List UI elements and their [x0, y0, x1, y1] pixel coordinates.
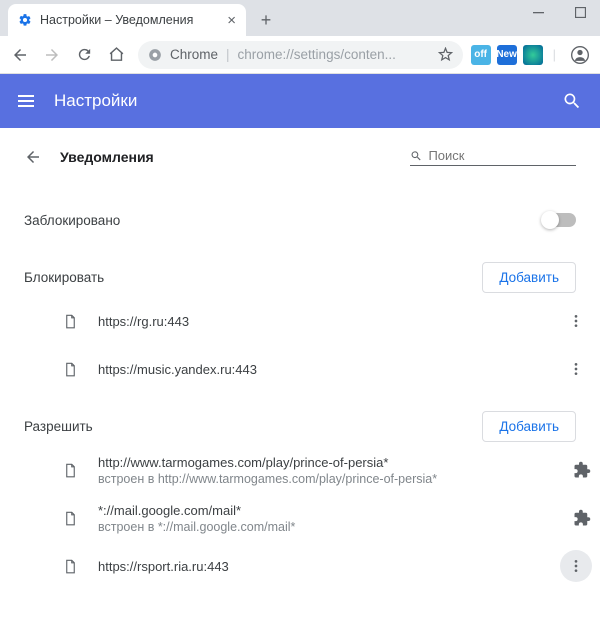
extension-icon — [572, 461, 592, 479]
block-section-title: Блокировать — [24, 270, 104, 285]
allow-section-header: Разрешить Добавить — [0, 393, 600, 446]
search-input[interactable] — [428, 148, 576, 163]
block-section-header: Блокировать Добавить — [0, 244, 600, 297]
site-info: https://rsport.ria.ru:443 — [98, 559, 542, 574]
new-tab-button[interactable]: + — [252, 6, 280, 34]
back-button[interactable] — [6, 41, 34, 69]
chrome-icon — [148, 48, 162, 62]
extension-icon[interactable]: New — [497, 45, 517, 65]
menu-icon[interactable] — [18, 95, 34, 107]
page-search[interactable] — [410, 148, 576, 166]
document-icon — [60, 559, 80, 574]
page-content: Уведомления Заблокировано Блокировать До… — [0, 128, 600, 600]
home-button[interactable] — [102, 41, 130, 69]
site-row: https://music.yandex.ru:443 — [24, 345, 592, 393]
site-url: https://music.yandex.ru:443 — [98, 362, 542, 377]
site-info: https://music.yandex.ru:443 — [98, 362, 542, 377]
address-bar[interactable]: Chrome | chrome://settings/conten... — [138, 41, 463, 69]
close-icon[interactable]: × — [227, 13, 236, 28]
site-url: *://mail.google.com/mail* — [98, 503, 554, 518]
allow-section-title: Разрешить — [24, 419, 93, 434]
forward-button[interactable] — [38, 41, 66, 69]
maximize-button[interactable] — [566, 2, 594, 22]
document-icon — [60, 314, 80, 329]
site-row: https://rg.ru:443 — [24, 297, 592, 345]
settings-header: Настройки — [0, 74, 600, 128]
site-row: https://rsport.ria.ru:443 — [24, 542, 592, 590]
site-info: *://mail.google.com/mail* встроен в *://m… — [98, 503, 554, 534]
allow-list: http://www.tarmogames.com/play/prince-of… — [0, 446, 600, 590]
site-row: http://www.tarmogames.com/play/prince-of… — [24, 446, 592, 494]
omnibox-url: chrome://settings/conten... — [238, 47, 430, 62]
page-title: Уведомления — [60, 149, 154, 165]
blocked-label: Заблокировано — [24, 213, 542, 228]
search-icon[interactable] — [562, 91, 582, 111]
more-icon[interactable] — [560, 353, 592, 385]
add-allowed-button[interactable]: Добавить — [482, 411, 576, 442]
extension-icons: off New | — [471, 41, 594, 69]
search-icon — [410, 149, 422, 163]
extension-icon — [572, 509, 592, 527]
gear-icon — [18, 13, 32, 27]
browser-tab[interactable]: Настройки – Уведомления × — [8, 4, 246, 36]
document-icon — [60, 463, 80, 478]
back-arrow-icon[interactable] — [24, 148, 42, 166]
profile-button[interactable] — [566, 41, 594, 69]
block-list: https://rg.ru:443 https://music.yandex.ru… — [0, 297, 600, 393]
settings-title: Настройки — [54, 91, 562, 111]
extension-icon[interactable]: off — [471, 45, 491, 65]
site-url: https://rg.ru:443 — [98, 314, 542, 329]
add-blocked-button[interactable]: Добавить — [482, 262, 576, 293]
site-url: http://www.tarmogames.com/play/prince-of… — [98, 455, 554, 470]
blocked-toggle[interactable] — [542, 213, 576, 227]
page-header: Уведомления — [0, 128, 600, 196]
blocked-toggle-row: Заблокировано — [24, 196, 576, 244]
browser-toolbar: Chrome | chrome://settings/conten... off… — [0, 36, 600, 74]
site-url: https://rsport.ria.ru:443 — [98, 559, 542, 574]
site-info: https://rg.ru:443 — [98, 314, 542, 329]
reload-button[interactable] — [70, 41, 98, 69]
more-icon[interactable] — [560, 305, 592, 337]
site-info: http://www.tarmogames.com/play/prince-of… — [98, 455, 554, 486]
tab-title: Настройки – Уведомления — [40, 13, 219, 27]
browser-tabstrip: Настройки – Уведомления × + — [0, 0, 600, 36]
document-icon — [60, 362, 80, 377]
window-controls — [524, 2, 594, 22]
document-icon — [60, 511, 80, 526]
minimize-button[interactable] — [524, 2, 552, 22]
site-subtext: встроен в *://mail.google.com/mail* — [98, 520, 554, 534]
omnibox-prefix: Chrome — [170, 47, 218, 62]
extension-icon[interactable] — [523, 45, 543, 65]
more-icon[interactable] — [560, 550, 592, 582]
site-subtext: встроен в http://www.tarmogames.com/play… — [98, 472, 554, 486]
site-row: *://mail.google.com/mail* встроен в *://m… — [24, 494, 592, 542]
star-icon[interactable] — [438, 47, 453, 62]
